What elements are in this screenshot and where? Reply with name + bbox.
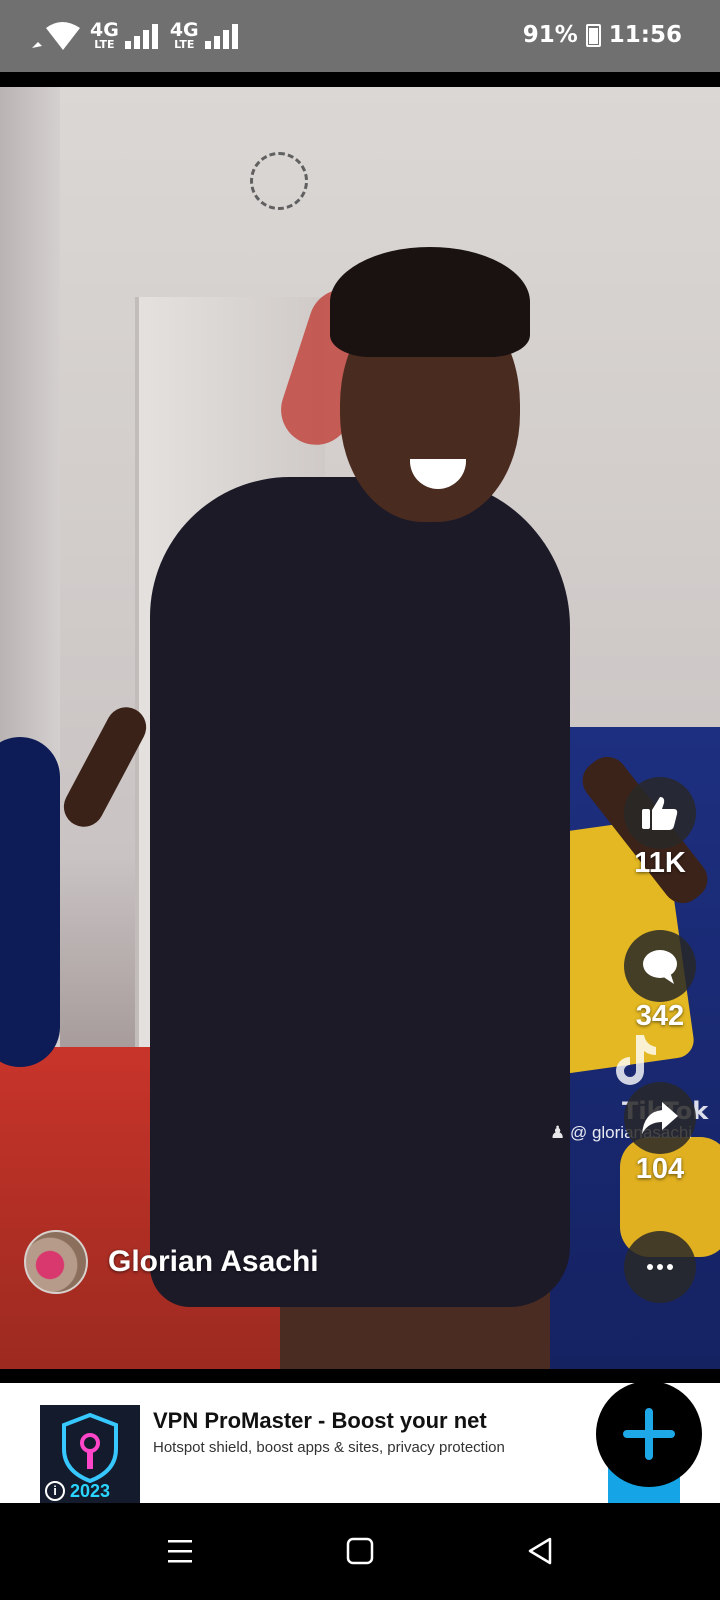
comment-button[interactable] [624,930,696,1002]
comment-count: 342 [635,1000,685,1032]
like-count: 11K [634,847,686,879]
plus-icon [623,1408,675,1460]
share-count: 104 [635,1153,685,1185]
nav-back-button[interactable] [518,1529,562,1573]
nav-home-button[interactable] [338,1529,382,1573]
avatar[interactable] [24,1230,88,1294]
status-icons-right: 91% 11:56 [523,22,682,48]
status-icons-left: 4G LTE 4G LTE [28,18,238,54]
creator-name[interactable]: Glorian Asachi [108,1245,319,1279]
more-dots-icon [647,1264,673,1270]
create-fab-button[interactable] [596,1381,702,1487]
vpn-shield-icon [62,1412,118,1484]
video-player[interactable]: TikTok ♟ @ glorianasachi 11K 342 104 [0,87,720,1369]
wifi-signal-icon [32,22,80,50]
more-options-button[interactable] [624,1231,696,1303]
ad-title[interactable]: VPN ProMaster - Boost your net [153,1408,487,1434]
comment-bubble-icon [643,950,677,984]
battery-icon [585,23,601,47]
ad-info-icon[interactable]: i [45,1481,65,1501]
video-person-dress [150,477,570,1307]
share-button[interactable] [624,1082,696,1154]
ad-subtitle: Hotspot shield, boost apps & sites, priv… [153,1439,505,1456]
ad-icon-year: 2023 [70,1481,111,1501]
user-icon: ♟ [550,1123,570,1142]
nav-recents-button[interactable] [158,1529,202,1573]
home-square-icon [346,1537,374,1565]
video-person-hair [330,247,530,357]
back-triangle-icon [528,1537,552,1565]
cell-signal-icon-2 [204,23,238,49]
video-scene-vent [250,152,308,210]
menu-lines-icon [168,1540,192,1563]
like-button[interactable] [624,777,696,849]
system-nav-bar [0,1503,720,1600]
network-type-1: 4G LTE [90,19,119,51]
share-arrow-icon [642,1102,678,1134]
network-type-2: 4G LTE [169,19,199,51]
battery-percent: 91% [522,22,578,48]
status-bar: 4G LTE 4G LTE 91% 11:56 [0,0,720,72]
clock: 11:56 [608,22,682,48]
screen: 4GLTE 4GLTE 91% 11:56 TikTok ♟ [0,0,720,1600]
cell-signal-icon-1 [124,23,158,49]
creator-profile[interactable]: Glorian Asachi [24,1230,319,1294]
ad-app-icon[interactable]: i 2023 [40,1405,140,1505]
thumbs-up-icon [642,797,678,830]
video-scene-sofa-left [0,737,60,1067]
